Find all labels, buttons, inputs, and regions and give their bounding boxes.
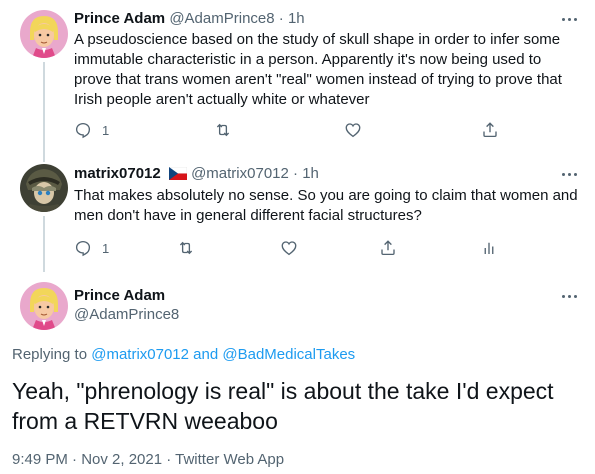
analytics-icon [480,239,498,257]
separator-dot: · [278,10,284,27]
tweet-header: Prince Adam @AdamPrince8 · 1h [74,9,305,29]
analytics-button[interactable] [480,239,498,257]
reply-button[interactable]: 1 [74,239,109,257]
thread-line [43,216,45,272]
separator-dot: · [293,165,299,182]
retweet-button[interactable] [214,121,232,139]
more-icon[interactable] [559,164,579,184]
author-handle[interactable]: @AdamPrince8 [169,10,274,27]
tweet-header: matrix07012 @matrix07012 · 1h [74,164,319,186]
author-name[interactable]: matrix07012 [74,165,161,182]
author-name[interactable]: Prince Adam [74,10,165,27]
like-button[interactable] [344,121,362,139]
share-button[interactable] [379,239,397,257]
avatar-prince-adam[interactable] [20,10,68,58]
replying-user-link[interactable]: @BadMedicalTakes [222,346,355,363]
avatar-prince-adam[interactable] [20,282,68,330]
tweet-time[interactable]: 1h [288,10,305,27]
replying-and[interactable]: and [193,346,218,363]
retweet-button[interactable] [177,239,195,257]
reply-icon [74,239,92,257]
main-author-handle-row: @AdamPrince8 [74,305,179,325]
tweet-timestamp-source[interactable]: 9:49 PM · Nov 2, 2021 · Twitter Web App [12,451,284,468]
reply-button[interactable]: 1 [74,121,109,139]
retweet-icon [214,121,232,139]
main-author-name-row: Prince Adam [74,286,165,306]
author-handle[interactable]: @AdamPrince8 [74,306,179,323]
author-name[interactable]: Prince Adam [74,287,165,304]
thread-line [43,62,45,162]
like-icon [280,239,298,257]
more-icon[interactable] [559,9,579,29]
like-button[interactable] [280,239,298,257]
share-icon [481,121,499,139]
avatar-matrix07012[interactable] [20,164,68,212]
replying-to: Replying to @matrix07012 and @BadMedical… [12,346,355,363]
reply-count: 1 [102,122,110,138]
czech-flag-icon [168,166,188,186]
more-icon[interactable] [559,286,579,306]
tweet-text: A pseudoscience based on the study of sk… [74,31,562,108]
tweet-text: That makes absolutely no sense. So you a… [74,187,578,224]
share-icon [379,239,397,257]
replying-prefix: Replying to [12,346,88,363]
tweet-time[interactable]: 1h [302,165,319,182]
like-icon [344,121,362,139]
author-handle[interactable]: @matrix07012 [191,165,289,182]
main-tweet-text: Yeah, "phrenology is real" is about the … [12,378,554,434]
reply-icon [74,121,92,139]
action-bar: 1 [74,121,554,141]
action-bar: 1 [74,239,554,259]
share-button[interactable] [481,121,499,139]
reply-count: 1 [102,240,110,256]
retweet-icon [177,239,195,257]
replying-user-link[interactable]: @matrix07012 [91,346,189,363]
